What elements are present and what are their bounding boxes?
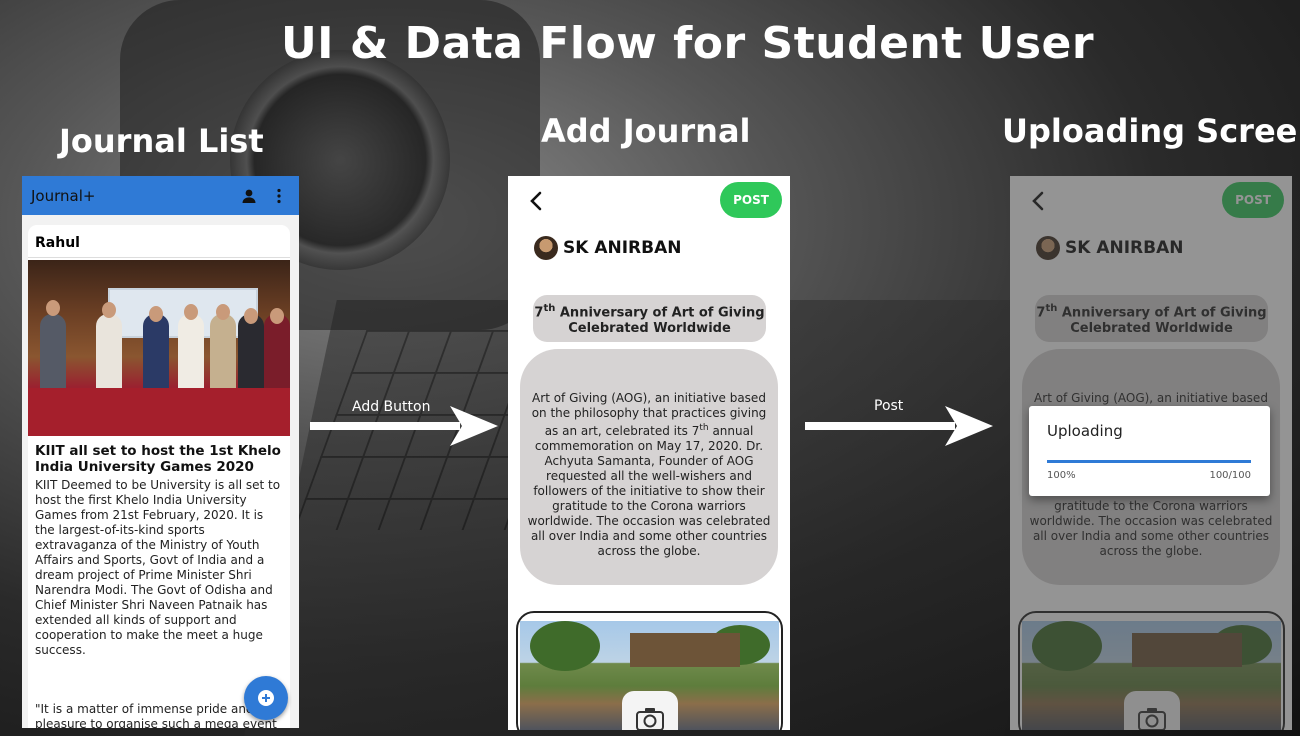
section-title-uploading-screen: Uploading Screen [1002,112,1300,150]
person-head [216,304,230,320]
camera-icon [636,708,664,730]
person-head [149,306,163,322]
flow-arrow-icon [805,406,993,446]
post-button[interactable]: POST [720,182,782,218]
person-figure [143,314,169,396]
shed-shape [630,633,740,667]
person-figure [238,314,264,396]
journal-photo [28,260,290,436]
progress-bar-fill [1047,460,1251,463]
flow-arrow-icon [310,406,498,446]
section-title-add-journal: Add Journal [541,112,751,150]
app-title: Journal+ [31,186,96,205]
camera-button[interactable] [622,691,678,730]
person-figure [178,314,204,396]
card-headline: KIIT all set to host the 1st Khelo India… [35,443,281,475]
add-journal-screen: POST SK ANIRBAN 7th Anniversary of Art o… [508,176,790,730]
avatar [534,236,558,260]
progress-bar [1047,460,1251,463]
person-figure [96,314,122,396]
dialog-title: Uploading [1047,422,1123,440]
title-text: Anniversary of Art of Giving Celebrated … [559,305,765,337]
person-head [270,308,284,324]
person-head [46,300,60,316]
back-arrow-icon[interactable] [524,188,550,214]
user-row: SK ANIRBAN [534,236,681,260]
title-superscript: th [543,303,556,314]
person-head [102,302,116,318]
person-figure [40,314,66,396]
journal-list-screen: Journal+ Rahul KIIT all set to host the … [22,176,299,728]
journal-card[interactable]: Rahul KIIT all set to host the 1st Khelo… [28,225,290,728]
user-name: SK ANIRBAN [563,238,682,258]
add-journal-button[interactable] [244,676,288,720]
app-bar: Journal+ [22,176,299,215]
person-figure [210,314,236,396]
person-head [184,304,198,320]
card-author: Rahul [28,225,290,258]
body-superscript: th [699,423,709,433]
journal-title-field[interactable]: 7th Anniversary of Art of Giving Celebra… [533,295,766,342]
person-figure [264,314,290,396]
upload-progress-dialog: Uploading 100% 100/100 [1029,406,1270,496]
progress-count: 100/100 [1209,470,1251,481]
progress-percent: 100% [1047,470,1076,481]
more-vert-icon[interactable] [268,185,290,207]
podium-table [28,388,290,436]
body-text-part2: annual commemoration on May 17, 2020. Dr… [527,424,771,558]
journal-body-field[interactable]: Art of Giving (AOG), an initiative based… [520,349,778,585]
tree-shape [530,621,600,671]
image-picker[interactable] [516,611,783,730]
card-body-text: KIIT Deemed to be University is all set … [35,478,281,657]
person-head [244,308,258,324]
add-icon [258,690,274,706]
account-icon[interactable] [238,185,260,207]
section-title-journal-list: Journal List [59,122,264,160]
main-title: UI & Data Flow for Student User [280,18,1095,69]
uploading-screen: POST SK ANIRBAN 7th Anniversary of Art o… [1010,176,1292,730]
